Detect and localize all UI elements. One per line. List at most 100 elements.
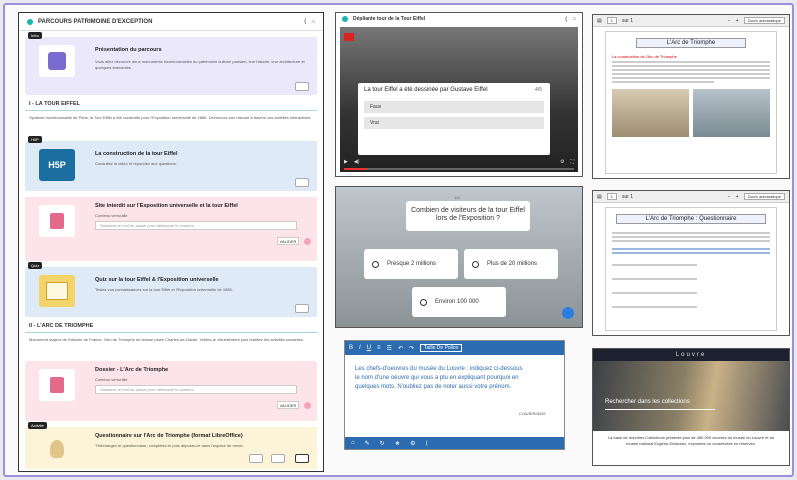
quiz-option-1-label: Presque 2 millions bbox=[387, 261, 437, 267]
quiz-counter: 1/3 bbox=[454, 195, 460, 200]
keyboard-help-link[interactable]: CLAVIER/AIDE bbox=[519, 411, 546, 416]
construction-open-button[interactable] bbox=[295, 178, 309, 187]
quiz-option-1[interactable]: Presque 2 millions bbox=[364, 249, 458, 279]
video-controls: ▶ ◀) ⚙ ⛶ bbox=[344, 158, 574, 166]
upload-button[interactable] bbox=[295, 454, 309, 463]
video-dot-icon bbox=[342, 16, 348, 22]
quiz-card-icon bbox=[46, 282, 68, 300]
quiz-option-3[interactable]: Environ 100 000 bbox=[412, 287, 506, 317]
section1-text: Symbole incontournable de Paris, la Tour… bbox=[29, 115, 312, 120]
font-size-select[interactable]: Taille De Police bbox=[420, 344, 463, 352]
intro-title: Présentation du parcours bbox=[95, 47, 162, 53]
louvre-hero-image: Rechercher dans les collections bbox=[593, 361, 789, 431]
sidebar-toggle-icon[interactable]: ▤ bbox=[597, 194, 602, 200]
questionnaire-desc: Téléchargez le questionnaire, complétez-… bbox=[95, 443, 244, 448]
video-window: Dépliante tour de la Tour Eiffel ⟨ ⌂ La … bbox=[335, 12, 583, 177]
align-icon[interactable]: ≡ bbox=[377, 345, 381, 351]
h5p-icon: H5P bbox=[39, 149, 75, 181]
fullscreen-icon[interactable]: ⛶ bbox=[570, 159, 574, 165]
dossier-status-icon bbox=[304, 402, 311, 409]
underline-icon[interactable]: U bbox=[367, 345, 371, 351]
site-interdit-label: Contenu verrouillé bbox=[95, 213, 128, 218]
lock-icon[interactable]: ⌂ bbox=[311, 19, 315, 25]
quiz-option-2[interactable]: Plus de 20 millions bbox=[464, 249, 558, 279]
refresh-icon[interactable]: ↻ bbox=[380, 440, 385, 447]
redo-icon[interactable]: ↷ bbox=[409, 345, 414, 352]
pdf1-toolbar: ▤ 1 sur 1 − + Zoom automatique bbox=[593, 15, 789, 27]
pdf1-zoom-select[interactable]: Zoom automatique bbox=[743, 17, 785, 24]
undo-icon[interactable]: ↶ bbox=[398, 345, 403, 352]
editor-text[interactable]: Les chefs-d'oeuvres du musée du Louvre :… bbox=[355, 365, 524, 392]
questionnaire-card[interactable]: Activité Questionnaire sur l'Arc de Trio… bbox=[25, 422, 317, 469]
quiz-window: 1/3 Combien de visiteurs de la tour Eiff… bbox=[335, 186, 583, 328]
video-option-faux[interactable]: Faux bbox=[364, 101, 544, 113]
construction-card[interactable]: H5P H5P La construction de la tour Eiffe… bbox=[25, 136, 317, 191]
pdf2-zoom-select[interactable]: Zoom automatique bbox=[743, 193, 785, 200]
section2-divider bbox=[25, 332, 317, 333]
video-player[interactable]: La tour Eiffel a été dessinée par Gustav… bbox=[340, 27, 578, 172]
pdf2-heading: L'Arc de Triomphe : Questionnaire bbox=[616, 214, 766, 224]
video-progress[interactable] bbox=[344, 168, 574, 170]
quiz-option-3-label: Environ 100 000 bbox=[435, 299, 479, 305]
video-header: Dépliante tour de la Tour Eiffel ⟨ ⌂ bbox=[336, 13, 582, 25]
dossier-label: Contenu verrouillé bbox=[95, 377, 128, 382]
pdf2-page-input[interactable]: 1 bbox=[606, 193, 617, 200]
parcours-panel: PARCOURS PATRIMOINE D'EXCEPTION ⟨ ⌂ Intr… bbox=[18, 12, 324, 472]
quiz-question: Combien de visiteurs de la tour Eiffel l… bbox=[406, 201, 530, 231]
quiz-tour-open-button[interactable] bbox=[295, 304, 309, 313]
intro-thumb bbox=[39, 45, 75, 77]
editor-toolbar: B I U ≡ ☰ ↶ ↷ Taille De Police bbox=[345, 341, 564, 355]
construction-desc: Consultez la vidéo et répondez aux quest… bbox=[95, 161, 177, 166]
construction-tag: H5P bbox=[28, 136, 42, 143]
quiz-tour-card[interactable]: Quiz Quiz sur la tour Eiffel & l'Exposit… bbox=[25, 262, 317, 317]
louvre-search-label[interactable]: Rechercher dans les collections bbox=[605, 399, 690, 405]
settings-icon[interactable]: ⚙ bbox=[560, 159, 564, 165]
edit-icon[interactable]: ✎ bbox=[365, 440, 370, 447]
quiz-tour-tag: Quiz bbox=[28, 262, 43, 269]
video-quiz-question: La tour Eiffel a été dessinée par Gustav… bbox=[364, 87, 488, 93]
share-icon[interactable]: ⟨ bbox=[425, 440, 427, 447]
site-interdit-validate-button[interactable]: VALIDER bbox=[277, 237, 299, 245]
quiz-action-button[interactable] bbox=[562, 307, 574, 319]
volume-icon[interactable]: ◀) bbox=[354, 159, 360, 165]
intro-card[interactable]: Intro Présentation du parcours Vous alle… bbox=[25, 32, 317, 95]
home-icon[interactable]: ⌂ bbox=[351, 440, 355, 446]
pdf1-page-input[interactable]: 1 bbox=[606, 17, 617, 24]
arc-photo bbox=[612, 89, 689, 137]
lightbulb-icon bbox=[50, 440, 64, 458]
pdf-viewer-questionnaire: ▤ 1 sur 1 − + Zoom automatique L'Arc de … bbox=[592, 190, 790, 336]
grid-button[interactable] bbox=[271, 454, 285, 463]
pdf1-page: L'Arc de Triomphe La construction de l'A… bbox=[605, 31, 777, 174]
document-icon bbox=[48, 52, 66, 70]
settings-icon[interactable]: ⚙ bbox=[410, 440, 415, 447]
zoom-in-icon[interactable]: + bbox=[736, 194, 739, 200]
lock-icon[interactable]: ⌂ bbox=[572, 16, 576, 22]
share-icon[interactable]: ⟨ bbox=[304, 18, 306, 25]
video-title: Dépliante tour de la Tour Eiffel bbox=[353, 16, 426, 22]
dossier-card: Dossier - L'Arc de Triomphe Contenu verr… bbox=[25, 361, 317, 421]
bold-icon[interactable]: B bbox=[349, 345, 353, 351]
dossier-validate-button[interactable]: VALIDER bbox=[277, 401, 299, 409]
video-option-vrai[interactable]: Vrai bbox=[364, 117, 544, 129]
quiz-icon bbox=[39, 275, 75, 307]
radio-icon bbox=[372, 260, 379, 268]
dossier-password-input[interactable]: Saisissez le mot de passe pour débloquer… bbox=[95, 385, 297, 394]
play-icon[interactable]: ▶ bbox=[344, 159, 348, 165]
intro-open-button[interactable] bbox=[295, 82, 309, 91]
sidebar-toggle-icon[interactable]: ▤ bbox=[597, 18, 602, 24]
pdf1-heading: L'Arc de Triomphe bbox=[636, 38, 746, 48]
quiz-tour-desc: Testez vos connaissances sur la tour Eif… bbox=[95, 287, 233, 292]
italic-icon[interactable]: I bbox=[359, 345, 361, 351]
site-interdit-card: Site interdit sur l'Exposition universel… bbox=[25, 197, 317, 261]
share-icon[interactable]: ⟨ bbox=[565, 16, 567, 23]
zoom-out-icon[interactable]: − bbox=[728, 18, 731, 24]
youtube-logo-icon bbox=[344, 33, 354, 41]
intro-desc: Vous allez découvrir deux monuments inco… bbox=[95, 59, 305, 70]
star-icon[interactable]: ★ bbox=[395, 440, 400, 447]
list-icon[interactable]: ☰ bbox=[387, 345, 392, 352]
zoom-in-icon[interactable]: + bbox=[736, 18, 739, 24]
site-interdit-password-input[interactable]: Saisissez le mot de passe pour débloquer… bbox=[95, 221, 297, 230]
pdf1-page-count: sur 1 bbox=[621, 17, 634, 24]
zoom-out-icon[interactable]: − bbox=[728, 194, 731, 200]
download-button[interactable] bbox=[249, 454, 263, 463]
